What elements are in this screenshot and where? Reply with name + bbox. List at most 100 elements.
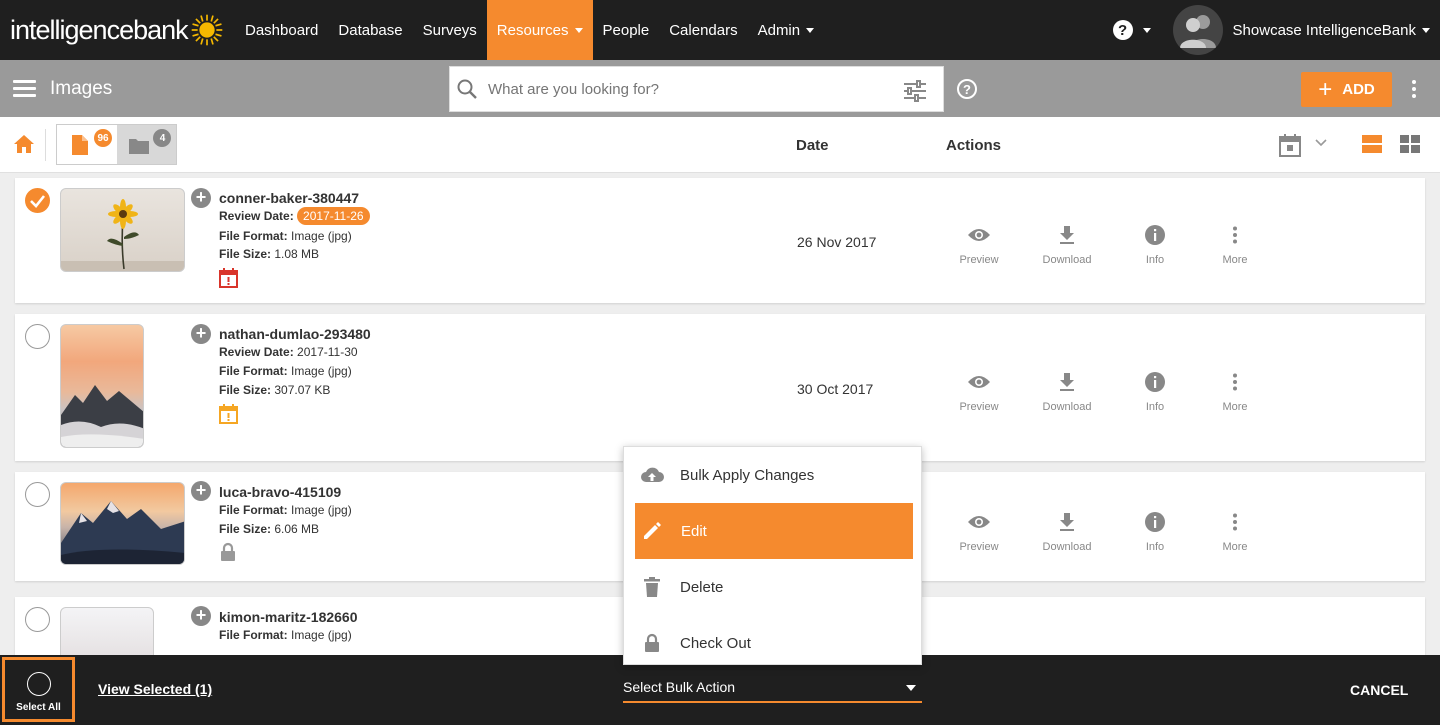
hamburger-menu-icon[interactable]	[13, 80, 36, 97]
info-icon	[1145, 512, 1165, 532]
menu-item-check-out[interactable]: Check Out	[624, 615, 923, 671]
chevron-down-icon	[906, 685, 916, 691]
chevron-down-icon	[1142, 27, 1151, 33]
list-view-icon[interactable]	[1362, 135, 1382, 153]
download-button[interactable]: Download	[1032, 509, 1102, 553]
trash-icon	[644, 577, 660, 597]
logo-text: intelligencebank	[10, 14, 189, 45]
asset-name[interactable]: kimon-maritz-182660	[219, 609, 358, 625]
add-to-collection-button[interactable]: +	[191, 188, 211, 208]
more-vertical-icon	[1233, 226, 1237, 244]
nav-dashboard[interactable]: Dashboard	[235, 0, 328, 60]
info-button[interactable]: Info	[1120, 509, 1190, 553]
info-icon	[1145, 372, 1165, 392]
nav-people[interactable]: People	[593, 0, 660, 60]
row-checkbox[interactable]	[25, 324, 50, 349]
asset-row[interactable]: + conner-baker-380447 Review Date: 2017-…	[15, 178, 1425, 303]
download-icon	[1060, 373, 1074, 391]
help-icon: ?	[1112, 20, 1133, 40]
list-toolbar: 96 4 Date Actions	[0, 117, 1440, 173]
filter-sliders-icon[interactable]	[903, 80, 927, 102]
add-to-collection-button[interactable]: +	[191, 324, 211, 344]
asset-name[interactable]: conner-baker-380447	[219, 190, 359, 206]
add-to-collection-button[interactable]: +	[191, 481, 211, 501]
info-button[interactable]: Info	[1120, 369, 1190, 413]
calendar-sort-icon[interactable]	[1279, 133, 1301, 157]
menu-item-edit[interactable]: Edit	[635, 503, 913, 559]
nav-surveys[interactable]: Surveys	[413, 0, 487, 60]
file-icon	[72, 135, 88, 155]
nav-database[interactable]: Database	[328, 0, 412, 60]
bulk-action-select[interactable]: Select Bulk Action	[623, 679, 922, 703]
nav-resources[interactable]: Resources	[486, 0, 593, 60]
sunflower-image	[61, 199, 184, 271]
folders-filter-button[interactable]: 4	[117, 125, 176, 164]
more-vertical-icon[interactable]	[1412, 80, 1418, 101]
info-icon	[1145, 225, 1165, 245]
add-to-collection-button[interactable]: +	[191, 606, 211, 626]
asset-thumbnail[interactable]	[60, 188, 185, 272]
nav-menu: Dashboard Database Surveys Resources Peo…	[235, 0, 824, 60]
file-size: File Size: 1.08 MB	[219, 247, 320, 261]
nav-admin[interactable]: Admin	[748, 0, 825, 60]
page-header: Images ? + ADD	[0, 60, 1440, 117]
search-input[interactable]	[488, 80, 888, 98]
row-checkbox[interactable]	[25, 607, 50, 632]
info-button[interactable]: Info	[1120, 222, 1190, 266]
download-button[interactable]: Download	[1032, 369, 1102, 413]
asset-thumbnail[interactable]	[60, 324, 144, 448]
search-box	[449, 66, 944, 112]
lock-icon	[221, 542, 235, 561]
grid-view-icon[interactable]	[1400, 135, 1420, 153]
cancel-button[interactable]: CANCEL	[1350, 682, 1408, 698]
preview-button[interactable]: Preview	[944, 369, 1014, 413]
divider	[45, 129, 46, 161]
more-button[interactable]: More	[1200, 509, 1270, 553]
chevron-down-icon[interactable]	[1315, 139, 1327, 147]
preview-button[interactable]: Preview	[944, 222, 1014, 266]
select-all-button[interactable]: Select All	[2, 657, 75, 722]
eye-icon	[968, 229, 990, 241]
nav-calendars[interactable]: Calendars	[659, 0, 747, 60]
calendar-alert-icon	[219, 268, 238, 288]
download-icon	[1060, 513, 1074, 531]
more-button[interactable]: More	[1200, 222, 1270, 266]
menu-item-bulk-apply-changes[interactable]: Bulk Apply Changes	[624, 447, 923, 503]
folders-count-badge: 4	[153, 129, 172, 147]
asset-date: 26 Nov 2017	[797, 234, 877, 250]
plus-icon: +	[1318, 75, 1333, 103]
download-button[interactable]: Download	[1032, 222, 1102, 266]
help-icon[interactable]: ?	[957, 79, 977, 99]
chevron-down-icon	[574, 27, 583, 33]
file-size: File Size: 307.07 KB	[219, 383, 331, 397]
chevron-down-icon	[1422, 27, 1430, 33]
help-menu[interactable]: ?	[1112, 20, 1151, 40]
date-column-header[interactable]: Date	[796, 137, 829, 154]
more-vertical-icon	[1233, 373, 1237, 391]
calendar-warning-icon	[219, 404, 238, 424]
menu-item-delete[interactable]: Delete	[624, 559, 923, 615]
files-count-badge: 96	[94, 129, 112, 147]
add-button[interactable]: + ADD	[1301, 72, 1392, 107]
folder-icon	[129, 139, 150, 154]
mountain-clouds-image	[61, 385, 143, 447]
more-button[interactable]: More	[1200, 369, 1270, 413]
nav-user-area: ? Showcase IntelligenceBank	[1112, 0, 1440, 60]
review-date: Review Date: 2017-11-30	[219, 345, 358, 359]
user-menu[interactable]: Showcase IntelligenceBank	[1233, 22, 1430, 39]
files-filter-button[interactable]: 96	[57, 125, 118, 164]
asset-thumbnail[interactable]	[60, 482, 185, 565]
avatar[interactable]	[1172, 5, 1223, 55]
row-checkbox[interactable]	[25, 188, 50, 213]
asset-row[interactable]: + nathan-dumlao-293480 Review Date: 2017…	[15, 314, 1425, 461]
asset-name[interactable]: nathan-dumlao-293480	[219, 326, 371, 342]
cloud-upload-icon	[641, 467, 664, 482]
eye-icon	[968, 516, 990, 528]
preview-button[interactable]: Preview	[944, 509, 1014, 553]
view-selected-link[interactable]: View Selected (1)	[98, 681, 212, 697]
brand-logo[interactable]: intelligencebank	[0, 0, 235, 60]
home-icon[interactable]	[13, 134, 35, 154]
row-checkbox[interactable]	[25, 482, 50, 507]
asset-name[interactable]: luca-bravo-415109	[219, 484, 341, 500]
select-all-checkbox	[26, 672, 51, 696]
